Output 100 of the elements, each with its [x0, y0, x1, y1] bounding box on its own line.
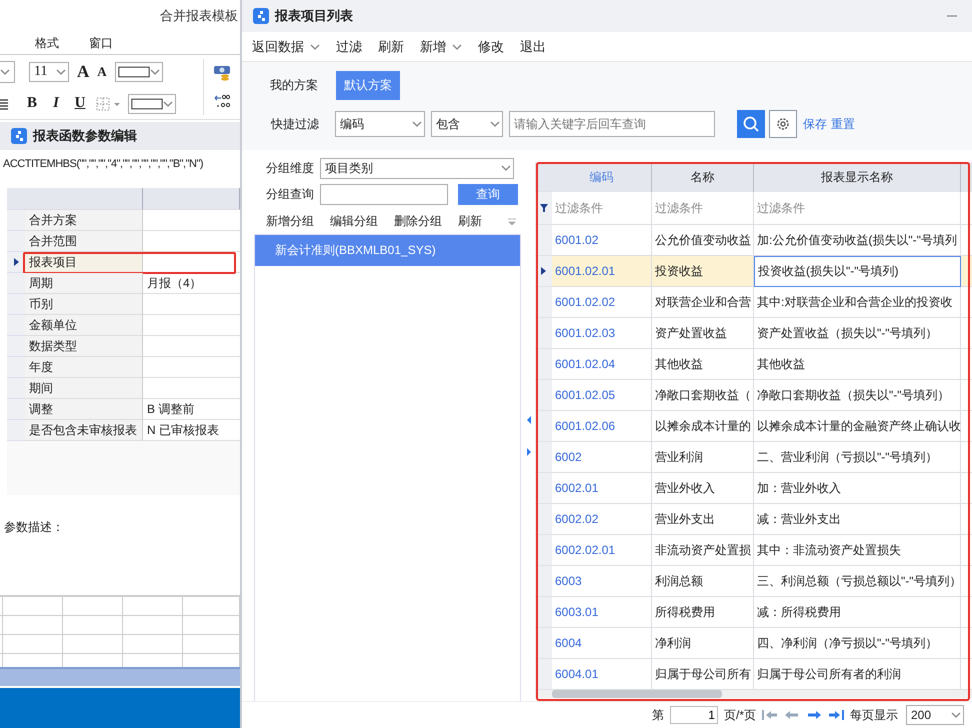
table-cell: 6002	[552, 442, 652, 473]
app-icon	[11, 128, 27, 144]
param-name-cell: 金额单位	[25, 315, 143, 336]
param-name-cell: 调整	[25, 399, 143, 420]
money-icon	[213, 64, 232, 82]
description-label: 参数描述：	[4, 520, 64, 534]
menu-item[interactable]: 过滤	[336, 38, 362, 56]
underline-button[interactable]: U	[72, 95, 88, 112]
font-shrink-button[interactable]: A	[97, 64, 107, 80]
query-button[interactable]: 查询	[458, 184, 518, 204]
param-name-cell: 数据类型	[25, 336, 143, 357]
font-grow-button[interactable]: A	[77, 62, 90, 82]
caret-icon	[310, 42, 320, 52]
table-cell: 6002.02.01	[552, 535, 652, 566]
menu-item[interactable]: 新增	[420, 38, 462, 56]
caret-icon	[0, 66, 10, 76]
query-field[interactable]	[320, 184, 448, 204]
table-cell: 净敞口套期收益（损失以"-"号填列）	[754, 380, 961, 411]
font-size-select[interactable]: 11	[29, 62, 69, 82]
link[interactable]: 保存	[803, 116, 827, 132]
column-header[interactable]: 报表显示名称	[754, 162, 961, 192]
row-pointer-icon	[541, 267, 546, 275]
table-cell: 加：营业外收入	[754, 473, 961, 504]
caret-icon	[150, 66, 160, 76]
settings-button[interactable]	[769, 110, 797, 138]
border-icon	[96, 96, 120, 110]
table-cell: 6003	[552, 566, 652, 597]
pager-label: 每页显示	[850, 706, 898, 724]
row-header[interactable]	[7, 252, 25, 273]
dimension-select[interactable]: 项目类别	[320, 158, 514, 178]
panel-title: 报表函数参数编辑	[33, 127, 137, 145]
param-value-cell[interactable]: B 调整前	[143, 399, 240, 420]
color-swatch-icon	[118, 64, 150, 78]
toolbar-button[interactable]: 编辑分组	[330, 212, 378, 230]
menu-item[interactable]: 退出	[520, 38, 546, 56]
table-cell: 其中:对联营企业和合营企业的投资收	[754, 287, 961, 318]
param-name-cell: 期间	[25, 378, 143, 399]
scrollbar-thumb[interactable]	[552, 690, 722, 698]
italic-button[interactable]: I	[48, 95, 64, 112]
param-name-cell: 年度	[25, 357, 143, 378]
caret-icon	[56, 66, 66, 76]
menu-item[interactable]: 窗口	[89, 34, 113, 52]
tree-item[interactable]: 新会计准则(BBXMLB01_SYS)	[255, 235, 520, 266]
color-select[interactable]	[128, 94, 176, 114]
table-cell: 资产处置收益	[652, 318, 754, 349]
menu-item[interactable]: 修改	[478, 38, 504, 56]
last-page-icon	[828, 710, 844, 720]
field-label: 分组维度	[265, 160, 315, 176]
table-cell: 营业外支出	[652, 504, 754, 535]
search-icon	[743, 116, 759, 132]
collapse-icon	[508, 217, 516, 225]
param-name-cell: 合并范围	[25, 231, 143, 252]
align-icon	[0, 98, 8, 110]
param-value-cell[interactable]: 月报（4）	[143, 273, 240, 294]
filter-cell[interactable]: 过滤条件	[552, 192, 652, 225]
table-cell: 非流动资产处置损	[652, 535, 754, 566]
filter-cell[interactable]: 过滤条件	[652, 192, 754, 225]
table-cell: 减：所得税费用	[754, 597, 961, 628]
table-cell: 6002.01	[552, 473, 652, 504]
toolbar-button[interactable]: 新增分组	[266, 212, 314, 230]
scheme-tab[interactable]: 我的方案	[262, 71, 326, 100]
horizontal-scrollbar[interactable]	[535, 690, 972, 698]
filter-icon	[540, 204, 548, 212]
caret-icon	[412, 119, 422, 129]
color-select[interactable]	[114, 62, 163, 82]
column-header[interactable]: 名称	[652, 162, 754, 192]
operator-select[interactable]: 包含	[431, 111, 503, 137]
color-swatch-icon	[131, 96, 163, 110]
page-field[interactable]: 1	[670, 706, 718, 724]
toolbar-button[interactable]: 删除分组	[394, 212, 442, 230]
table-cell: 以摊余成本计量的	[652, 411, 754, 442]
search-field[interactable]: 请输入关键字后回车查询	[509, 111, 715, 137]
app-icon	[253, 8, 269, 24]
field-select[interactable]: 编码	[335, 111, 425, 137]
bold-button[interactable]: B	[24, 95, 40, 112]
table-cell: 以摊余成本计量的金融资产终止确认收	[754, 411, 961, 442]
search-button[interactable]	[737, 110, 765, 138]
table-cell: 其中：非流动资产处置损失	[754, 535, 961, 566]
table-cell: 6001.02.06	[552, 411, 652, 442]
table-cell: 6004	[552, 628, 652, 659]
scheme-tab[interactable]: 默认方案	[336, 71, 400, 100]
menu-item[interactable]: 返回数据	[252, 38, 320, 56]
table-cell: 资产处置收益（损失以"-"号填列）	[754, 318, 961, 349]
font-select[interactable]	[0, 60, 15, 82]
menu-item[interactable]: 格式	[35, 34, 59, 52]
page-size-select[interactable]: 200	[906, 705, 964, 725]
toolbar-button[interactable]: 刷新	[458, 212, 482, 230]
dialog-title: 报表项目列表	[275, 7, 353, 25]
menu-item[interactable]: 刷新	[378, 38, 404, 56]
table-cell: 6001.02.03	[552, 318, 652, 349]
table-cell: 6001.02.05	[552, 380, 652, 411]
link[interactable]: 重置	[831, 116, 855, 132]
table-cell: 6001.02.04	[552, 349, 652, 380]
filter-cell[interactable]: 过滤条件	[754, 192, 961, 225]
row-pointer-icon	[14, 258, 18, 266]
table-cell: 所得税费用	[652, 597, 754, 628]
gear-icon	[775, 116, 791, 132]
param-name-cell: 合并方案	[25, 210, 143, 231]
table-cell: 其他收益	[652, 349, 754, 380]
table-cell: 净敞口套期收益（	[652, 380, 754, 411]
